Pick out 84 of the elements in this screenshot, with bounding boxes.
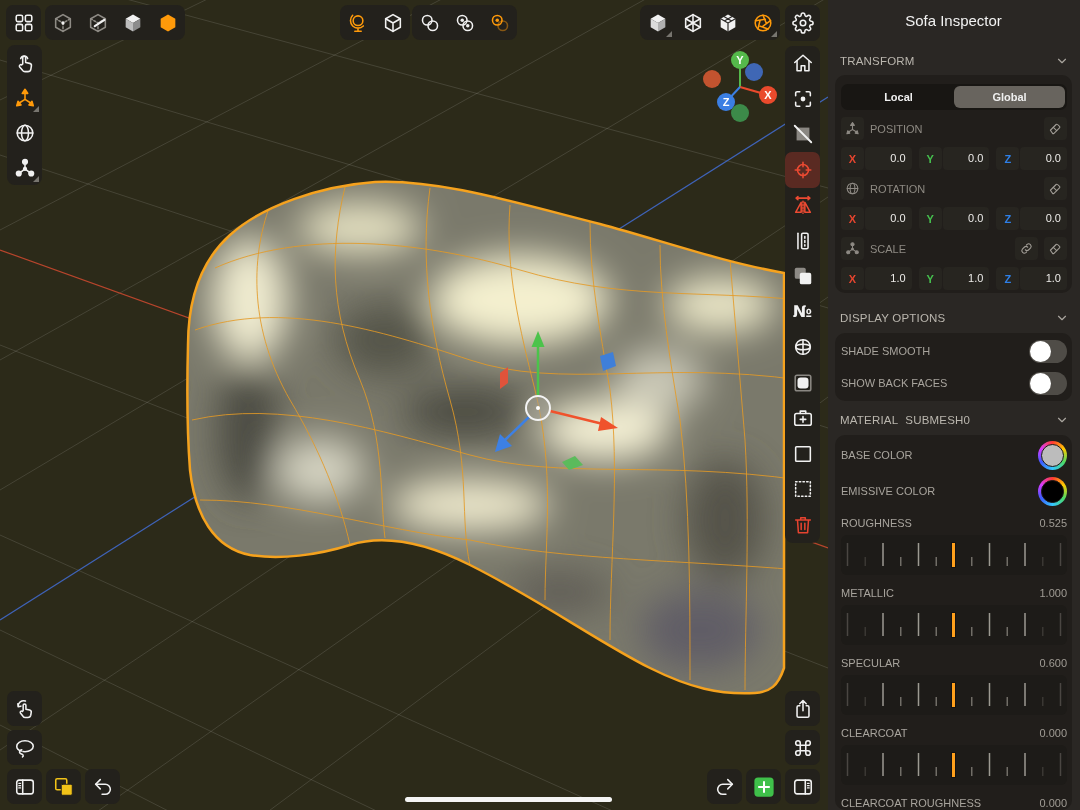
toggle-switch[interactable] bbox=[1029, 371, 1067, 395]
globe-icon bbox=[841, 177, 864, 200]
move-axes-icon bbox=[841, 117, 864, 140]
reset-button[interactable] bbox=[1044, 237, 1067, 260]
command-button[interactable] bbox=[785, 730, 820, 765]
right-sidebar-button[interactable] bbox=[785, 769, 820, 804]
reset-button[interactable] bbox=[1044, 177, 1067, 200]
center-handle[interactable] bbox=[525, 395, 551, 421]
value-ruler[interactable] bbox=[841, 745, 1067, 785]
rounded-square-icon bbox=[791, 371, 814, 394]
reset-button[interactable] bbox=[1044, 117, 1067, 140]
home-icon bbox=[791, 52, 814, 75]
value-reading: 0.000 bbox=[1039, 727, 1067, 739]
value-ruler[interactable] bbox=[841, 605, 1067, 645]
property-label: ROTATION bbox=[870, 182, 927, 195]
axis-label: X bbox=[764, 89, 772, 101]
plane-handle[interactable] bbox=[562, 456, 583, 470]
option-label: SHOW BACK FACES bbox=[841, 377, 948, 389]
property-label: METALLIC bbox=[841, 587, 894, 599]
axis-label: X bbox=[841, 207, 864, 230]
axis-label: Z bbox=[996, 207, 1020, 230]
x-axis-arrow[interactable] bbox=[549, 409, 618, 431]
undo-button[interactable] bbox=[85, 769, 120, 804]
y-axis-arrow[interactable] bbox=[531, 331, 545, 395]
color-label: EMISSIVE COLOR bbox=[841, 485, 936, 497]
hand-arrow-button[interactable] bbox=[7, 691, 42, 726]
overlapping-squares-button[interactable] bbox=[46, 769, 81, 804]
left-sidebar-button[interactable] bbox=[7, 769, 42, 804]
axis-ball-icon[interactable] bbox=[717, 93, 735, 111]
plus-icon bbox=[752, 775, 775, 798]
eraser-icon bbox=[1048, 181, 1063, 196]
plane-handle[interactable] bbox=[500, 367, 508, 389]
section-title: TRANSFORM bbox=[840, 55, 915, 67]
grid-button[interactable] bbox=[6, 5, 41, 40]
axis-label: Y bbox=[736, 54, 744, 66]
overlapping-squares-icon bbox=[52, 775, 75, 798]
link-button[interactable] bbox=[1015, 237, 1038, 260]
axes-nodes-icon bbox=[841, 237, 864, 260]
axis-label: Z bbox=[996, 267, 1020, 290]
crosshair-button[interactable] bbox=[785, 152, 820, 188]
section-title: MATERIAL bbox=[840, 414, 899, 426]
value-reading: 0.600 bbox=[1039, 657, 1067, 669]
settings-button[interactable] bbox=[785, 5, 820, 41]
value-ruler[interactable] bbox=[841, 675, 1067, 715]
axis-ball-icon[interactable] bbox=[731, 51, 749, 69]
value-ruler[interactable] bbox=[841, 535, 1067, 575]
lasso-button[interactable] bbox=[7, 730, 42, 765]
section-subtitle: SUBMESH0 bbox=[905, 414, 971, 426]
axis-label: Y bbox=[918, 267, 942, 290]
number-sign-button[interactable]: № bbox=[785, 294, 820, 330]
toggle-switch[interactable] bbox=[1029, 339, 1067, 363]
eraser-icon bbox=[1048, 121, 1063, 136]
segment-button[interactable]: Local bbox=[843, 86, 954, 108]
redo-button[interactable] bbox=[707, 769, 742, 804]
axis-label: Z bbox=[722, 96, 730, 108]
grid-icon bbox=[12, 11, 35, 34]
color-label: BASE COLOR bbox=[841, 449, 913, 461]
panel-title: Sofa Inspector bbox=[904, 11, 1003, 31]
plus-button[interactable] bbox=[746, 769, 781, 804]
axis-label: Y bbox=[918, 207, 942, 230]
eraser-icon bbox=[1048, 241, 1063, 256]
axis-ball-icon[interactable] bbox=[759, 86, 777, 104]
property-label: CLEARCOAT bbox=[841, 727, 908, 739]
axis-label: X bbox=[841, 267, 864, 290]
axes-nodes-icon bbox=[13, 156, 36, 179]
value-reading: 0.525 bbox=[1039, 517, 1067, 529]
property-label: SPECULAR bbox=[841, 657, 901, 669]
section-title: DISPLAY OPTIONS bbox=[840, 312, 946, 324]
slashed-square-icon bbox=[791, 123, 814, 146]
property-label: CLEARCOAT ROUGHNESS bbox=[841, 797, 982, 809]
property-label: POSITION bbox=[870, 122, 924, 135]
property-label: ROUGHNESS bbox=[841, 517, 912, 529]
share-button[interactable] bbox=[785, 691, 820, 726]
settings-icon bbox=[791, 11, 814, 34]
option-label: SHADE SMOOTH bbox=[841, 345, 931, 357]
segment-button[interactable]: Global bbox=[954, 86, 1065, 108]
axis-label: Y bbox=[918, 147, 942, 170]
property-label: SCALE bbox=[870, 242, 908, 255]
axis-label: X bbox=[841, 147, 864, 170]
value-reading: 1.000 bbox=[1039, 587, 1067, 599]
link-icon bbox=[1019, 241, 1034, 256]
value-reading: 0.000 bbox=[1039, 797, 1067, 809]
axis-label: Z bbox=[996, 147, 1020, 170]
move-axes-icon bbox=[13, 86, 36, 109]
